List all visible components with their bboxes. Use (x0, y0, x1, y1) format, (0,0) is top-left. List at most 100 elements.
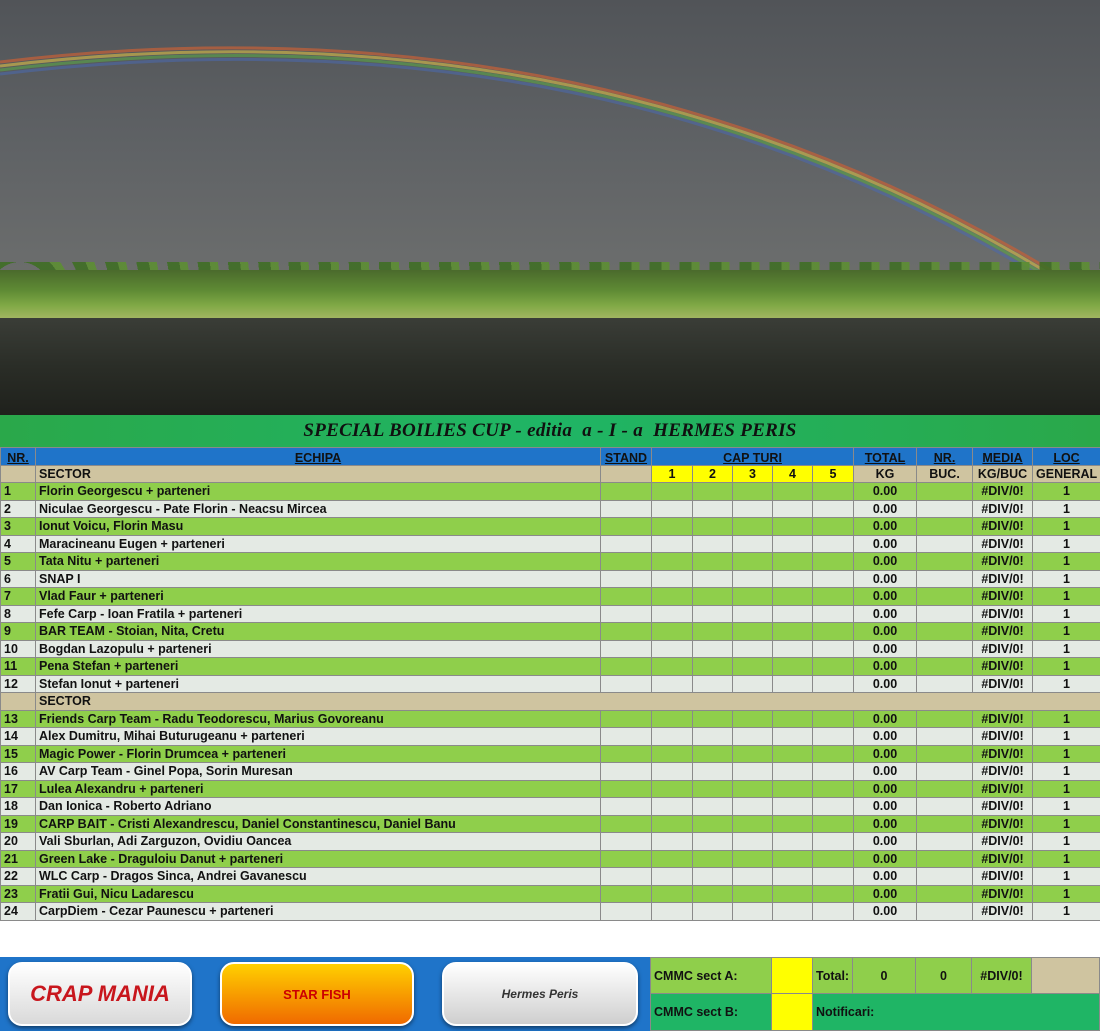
row-cap-1 (651, 797, 693, 816)
row-cap-2 (692, 569, 733, 588)
table-row: 10 Bogdan Lazopulu + parteneri 0.00 #DIV/0!… (0, 639, 1100, 658)
row-team: Friends Carp Team - Radu Teodorescu, Mar… (35, 709, 601, 728)
row-media: #DIV/0! (972, 884, 1034, 903)
row-nr: 1 (0, 482, 36, 501)
row-cap-2 (692, 709, 733, 728)
row-loc: 1 (1032, 832, 1100, 851)
row-team: Fratii Gui, Nicu Ladarescu (35, 884, 601, 903)
row-team: Ionut Voicu, Florin Masu (35, 517, 601, 536)
row-cap-1 (651, 622, 693, 641)
subheader-row: SECTOR 1 2 3 4 5 KG BUC. KG/BUC GENERAL (0, 464, 1100, 483)
table-row: 7 Vlad Faur + parteneri 0.00 #DIV/0! 1 (0, 587, 1100, 606)
table-row: 6 SNAP I 0.00 #DIV/0! 1 (0, 569, 1100, 588)
row-loc: 1 (1032, 762, 1100, 781)
row-cap-5 (811, 709, 855, 728)
row-media: #DIV/0! (972, 657, 1034, 676)
row-cap-2 (692, 832, 733, 851)
row-loc: 1 (1032, 517, 1100, 536)
row-nr: 22 (0, 867, 36, 886)
row-loc: 1 (1032, 482, 1100, 501)
row-stand (600, 849, 652, 868)
table-row: 14 Alex Dumitru, Mihai Buturugeanu + part… (0, 727, 1100, 746)
row-cap-2 (692, 674, 733, 693)
row-cap-4 (772, 639, 813, 658)
row-loc: 1 (1032, 534, 1100, 553)
row-cap-3 (732, 709, 773, 728)
row-nr: 10 (0, 639, 36, 658)
row-total-kg: 0.00 (853, 622, 918, 641)
row-cap-1 (651, 709, 693, 728)
total-label: Total: (812, 957, 853, 994)
row-cap-2 (692, 814, 733, 833)
row-total-kg: 0.00 (853, 482, 918, 501)
total-buc: 0 (915, 957, 972, 994)
row-cap-4 (772, 762, 813, 781)
row-total-kg: 0.00 (853, 744, 918, 763)
row-media: #DIV/0! (972, 569, 1034, 588)
row-nr: 24 (0, 902, 36, 921)
row-team: Pena Stefan + parteneri (35, 657, 601, 676)
table-row: 22 WLC Carp - Dragos Sinca, Andrei Gavane… (0, 867, 1100, 886)
sponsor-logos: CRAP MANIA STAR FISH Hermes Peris (0, 957, 650, 1031)
row-team: Dan Ionica - Roberto Adriano (35, 797, 601, 816)
header-total: TOTAL (853, 447, 918, 466)
row-media: #DIV/0! (972, 587, 1034, 606)
row-cap-2 (692, 622, 733, 641)
row-stand (600, 762, 652, 781)
lake-water (0, 318, 1100, 415)
row-cap-5 (811, 604, 855, 623)
row-total-kg: 0.00 (853, 797, 918, 816)
row-cap-1 (651, 814, 693, 833)
row-nr-buc (916, 849, 974, 868)
row-media: #DIV/0! (972, 727, 1034, 746)
row-media: #DIV/0! (972, 867, 1034, 886)
row-nr-buc (916, 604, 974, 623)
row-cap-5 (811, 587, 855, 606)
table-row: 3 Ionut Voicu, Florin Masu 0.00 #DIV/0! 1 (0, 517, 1100, 536)
row-cap-1 (651, 867, 693, 886)
table-row: 2 Niculae Georgescu - Pate Florin - Neacs… (0, 499, 1100, 518)
row-loc: 1 (1032, 657, 1100, 676)
row-loc: 1 (1032, 587, 1100, 606)
table-row: 13 Friends Carp Team - Radu Teodorescu, M… (0, 709, 1100, 728)
row-cap-3 (732, 569, 773, 588)
row-nr: 21 (0, 849, 36, 868)
row-cap-2 (692, 727, 733, 746)
row-media: #DIV/0! (972, 552, 1034, 571)
row-cap-2 (692, 797, 733, 816)
row-loc: 1 (1032, 604, 1100, 623)
row-cap-2 (692, 849, 733, 868)
row-stand (600, 867, 652, 886)
row-nr: 11 (0, 657, 36, 676)
row-total-kg: 0.00 (853, 867, 918, 886)
row-stand (600, 902, 652, 921)
row-stand (600, 482, 652, 501)
capture-col-5: 5 (811, 464, 855, 483)
row-media: #DIV/0! (972, 832, 1034, 851)
row-cap-4 (772, 587, 813, 606)
row-cap-3 (732, 884, 773, 903)
star-fish-logo: STAR FISH (220, 962, 414, 1026)
row-stand (600, 797, 652, 816)
row-cap-4 (772, 622, 813, 641)
header-echipa: ECHIPA (35, 447, 601, 466)
row-team: AV Carp Team - Ginel Popa, Sorin Muresan (35, 762, 601, 781)
row-cap-2 (692, 902, 733, 921)
table-row: 5 Tata Nitu + parteneri 0.00 #DIV/0! 1 (0, 552, 1100, 571)
row-cap-5 (811, 657, 855, 676)
row-cap-5 (811, 674, 855, 693)
row-cap-5 (811, 779, 855, 798)
row-cap-1 (651, 762, 693, 781)
row-stand (600, 814, 652, 833)
row-cap-4 (772, 832, 813, 851)
row-nr-buc (916, 709, 974, 728)
row-media: #DIV/0! (972, 709, 1034, 728)
cmmc-sect-a-value (771, 957, 813, 994)
row-team: Niculae Georgescu - Pate Florin - Neacsu… (35, 499, 601, 518)
row-cap-1 (651, 884, 693, 903)
row-media: #DIV/0! (972, 902, 1034, 921)
header-row: NR. ECHIPA STAND CAP TURI TOTAL NR. MEDI… (0, 447, 1100, 466)
hermes-peris-logo: Hermes Peris (442, 962, 638, 1026)
row-cap-3 (732, 744, 773, 763)
row-cap-1 (651, 517, 693, 536)
